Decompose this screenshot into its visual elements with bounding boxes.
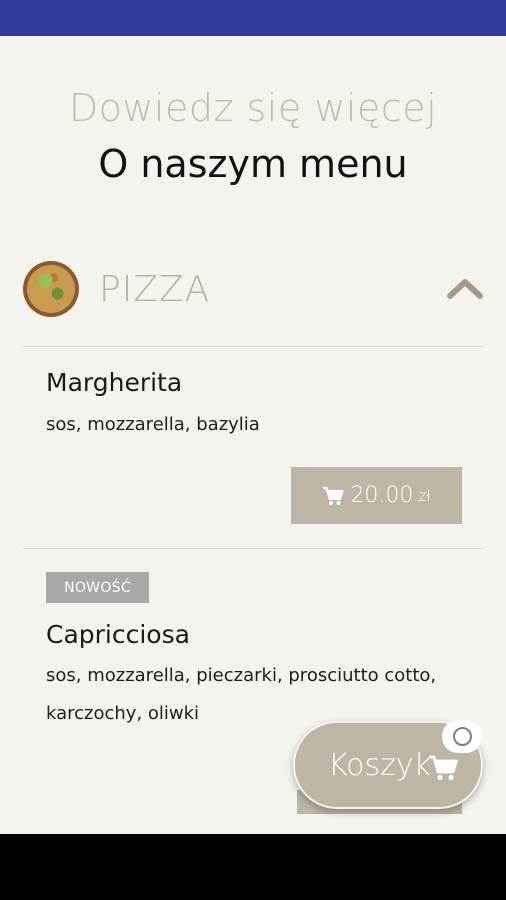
status-bar [0, 0, 506, 36]
menu-item-name: Capricciosa [46, 620, 190, 649]
page-subtitle: Dowiedz się więcej [68, 86, 438, 130]
new-badge: NOWOŚĆ [46, 572, 149, 603]
price-currency: zł [418, 486, 431, 505]
pizza-thumbnail-image [23, 261, 79, 317]
divider [23, 346, 485, 347]
cart-icon [429, 755, 458, 781]
category-label: PIZZA [99, 269, 211, 310]
cart-count-indicator [442, 720, 482, 753]
page-title: O naszym menu [98, 142, 408, 186]
chevron-up-icon[interactable] [446, 275, 484, 301]
category-header-pizza[interactable]: PIZZA [0, 255, 506, 325]
divider [23, 548, 485, 549]
navigation-bar [0, 834, 506, 900]
cart-label: Koszyk [328, 748, 432, 783]
menu-item-description: sos, mozzarella, bazylia [46, 414, 260, 435]
add-to-cart-button[interactable]: 20.00 zł [291, 467, 462, 524]
menu-item-name: Margherita [46, 368, 183, 397]
price-value: 20.00 [350, 483, 414, 508]
cart-icon [323, 486, 345, 505]
